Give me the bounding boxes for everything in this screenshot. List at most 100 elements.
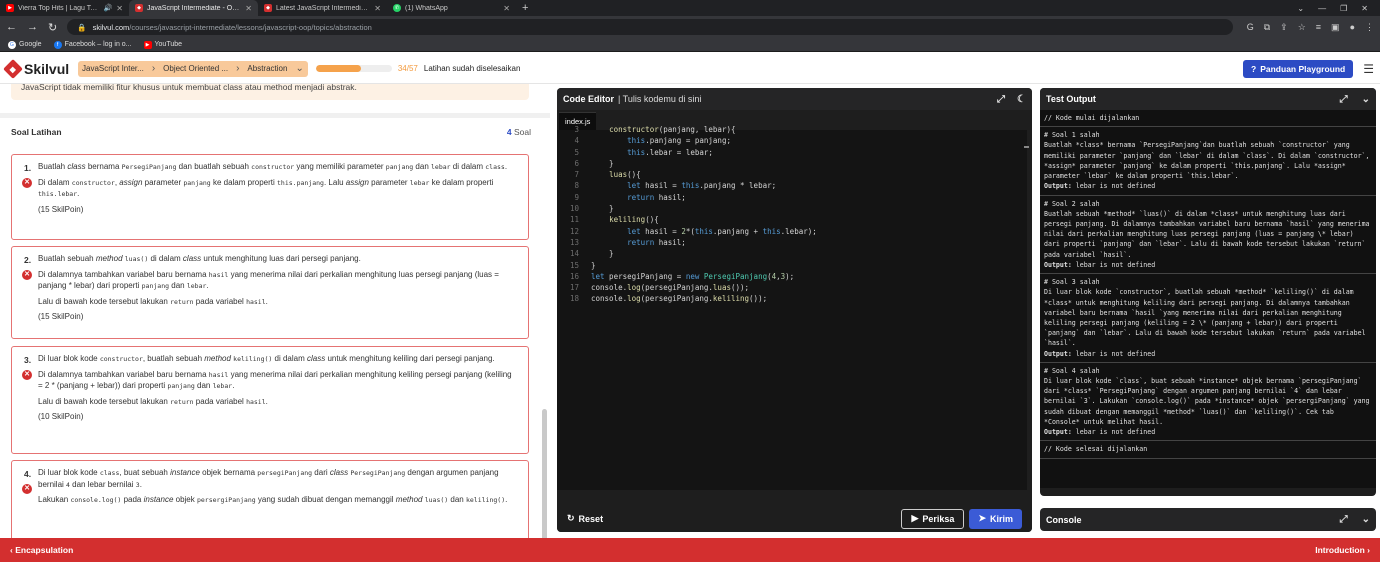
back-icon[interactable]: ← [6, 21, 17, 33]
code-line[interactable]: 14 } [557, 249, 1027, 260]
close-tab-icon[interactable]: ✕ [374, 4, 381, 13]
code-line[interactable]: 10 } [557, 204, 1027, 215]
count-label: Soal [513, 127, 531, 137]
expand-icon[interactable]: ⤢ [1340, 514, 1348, 525]
next-topic-link[interactable]: Introduction › [1315, 545, 1370, 555]
google-icon[interactable]: G [1247, 22, 1254, 33]
code-line[interactable]: 15} [557, 261, 1027, 272]
bookmark-label: YouTube [154, 41, 183, 48]
code-line[interactable]: 3 constructor(panjang, lebar){ [557, 125, 1027, 136]
question-points: (15 SkilPoin) [38, 312, 84, 322]
question-number: 4. [24, 469, 32, 479]
hamburger-menu-icon[interactable]: ☰ [1363, 62, 1374, 76]
check-button[interactable]: ▶ Periksa [901, 508, 965, 529]
test-output-header: Test Output ⤢ ⌄ [1040, 88, 1376, 110]
google-icon: G [8, 40, 16, 49]
code-editor: Code Editor | Tulis kodemu di sini ⤢ ☾ i… [557, 88, 1032, 532]
bookmark-youtube[interactable]: ▶ YouTube [143, 40, 183, 49]
app-header: ◆ Skilvul JavaScript Inter... › Object O… [0, 54, 1380, 84]
output-label: Output: [1044, 260, 1076, 269]
code-line[interactable]: 4 this.panjang = panjang; [557, 136, 1027, 147]
translate-icon[interactable]: ⧉ [1264, 22, 1270, 33]
expand-icon[interactable]: ⤢ [1340, 94, 1348, 105]
question-points: (10 SkilPoin) [38, 412, 84, 422]
new-tab-icon[interactable]: + [516, 2, 534, 14]
breadcrumb-course[interactable]: JavaScript Inter... › [78, 63, 159, 74]
note-text: JavaScript tidak memiliki fitur khusus u… [21, 84, 357, 92]
editor-header: Code Editor | Tulis kodemu di sini ⤢ ☾ [557, 88, 1032, 110]
chevron-down-icon[interactable]: ⌄ [1362, 514, 1370, 525]
browser-tab[interactable]: ◆ Latest JavaScript Intermediate to ✕ [258, 0, 387, 16]
close-window-icon[interactable]: ✕ [1361, 4, 1368, 13]
code-line[interactable]: 7 luas(){ [557, 170, 1027, 181]
address-bar[interactable]: 🔒 skilvul.com/courses/javascript-interme… [67, 19, 1233, 35]
test-output-body: // Kode mulai dijalankan # Soal 1 salah Bu… [1040, 110, 1376, 488]
code-line[interactable]: 16 let persegiPanjang = new PersegiPanjan… [557, 272, 1027, 283]
code-line[interactable]: 11 keliling(){ [557, 215, 1027, 226]
code-line[interactable]: 8 let hasil = this.panjang * lebar; [557, 181, 1027, 192]
close-tab-icon[interactable]: ✕ [245, 4, 252, 13]
line-number: 18 [569, 294, 579, 304]
forward-icon[interactable]: → [27, 21, 38, 33]
question-detail: Di dalamnya tambahkan variabel baru bern… [38, 369, 512, 391]
left-scrollbar[interactable] [542, 409, 547, 538]
code-line[interactable]: 13 return hasil; [557, 238, 1027, 249]
test-result-output: Output: lebar is not defined [1044, 427, 1372, 437]
code-text: console.log(persegiPanjang.keliling()); [591, 294, 768, 304]
breadcrumb-topic[interactable]: Abstraction ⌄ [243, 63, 307, 74]
share-icon[interactable]: ⇪ [1280, 22, 1288, 33]
chevron-right-icon: › [236, 63, 240, 74]
address-bar-row: ← → ↻ 🔒 skilvul.com/courses/javascript-i… [0, 16, 1380, 38]
reload-icon[interactable]: ↻ [48, 21, 57, 34]
browser-tab[interactable]: ▶ Vierra Top Hits | Lagu Terbaik 🔊 ✕ [0, 0, 129, 16]
breadcrumb-lesson[interactable]: Object Oriented ... › [159, 63, 243, 74]
reset-button[interactable]: ↻ Reset [567, 513, 603, 524]
bookmark-facebook[interactable]: f Facebook – log in o... [53, 40, 132, 49]
output-label: Output: [1044, 182, 1076, 191]
abstract-note: JavaScript tidak memiliki fitur khusus u… [11, 84, 529, 100]
output-label: Output: [1044, 349, 1076, 358]
code-text: return hasil; [627, 237, 686, 247]
profile-icon[interactable]: ● [1350, 22, 1355, 33]
code-line[interactable]: 5 this.lebar = lebar; [557, 148, 1027, 159]
star-icon[interactable]: ☆ [1298, 22, 1306, 33]
skilvul-logo[interactable]: ◆ Skilvul [3, 58, 76, 79]
code-text: this.panjang = panjang; [627, 136, 731, 146]
editor-scrollbar[interactable] [1024, 146, 1029, 148]
playground-guide-button[interactable]: ? Panduan Playground [1243, 59, 1354, 78]
code-area[interactable]: 3 constructor(panjang, lebar){4 this.pan… [557, 125, 1027, 490]
expand-icon[interactable]: ⤢ [997, 94, 1005, 105]
sidebar-icon[interactable]: ▣ [1331, 22, 1340, 33]
test-result-block: # Soal 4 salah Di luar blok kode `class`,… [1040, 363, 1376, 442]
test-result-heading: # Soal 2 salah [1044, 199, 1100, 208]
test-result-description: Buatlah sebuah *method* `luas()` di dala… [1044, 209, 1370, 259]
test-result-description: Buatlah *class* bernama `PersegiPanjang`… [1044, 141, 1370, 181]
question-text: Buatlah class bernama PersegiPanjang dan… [38, 162, 508, 171]
console-panel[interactable]: Console ⤢ ⌄ [1040, 508, 1376, 531]
menu-icon[interactable]: ⋮ [1365, 22, 1374, 33]
browser-tab[interactable]: ✆ (1) WhatsApp ✕ [387, 0, 516, 16]
code-line[interactable]: 6 } [557, 159, 1027, 170]
question-number: 3. [24, 355, 32, 365]
playlist-icon[interactable]: ≡ [1316, 22, 1321, 33]
close-tab-icon[interactable]: ✕ [116, 4, 123, 13]
chevron-down-icon[interactable]: ⌄ [1362, 94, 1370, 105]
browser-tab-active[interactable]: ◆ JavaScript Intermediate - Object ✕ [129, 0, 258, 16]
output-value: lebar is not defined [1075, 182, 1156, 191]
submit-button[interactable]: ➤ Kirim [969, 508, 1022, 529]
code-line[interactable]: 9 return hasil; [557, 193, 1027, 204]
close-tab-icon[interactable]: ✕ [503, 4, 510, 13]
window-controls: ⌄ — ❐ ✕ [1297, 4, 1380, 13]
line-number: 10 [569, 204, 579, 214]
audio-icon[interactable]: 🔊 [104, 4, 113, 12]
prev-topic-link[interactable]: ‹ Encapsulation [10, 545, 73, 555]
chevron-down-icon[interactable]: ⌄ [1297, 4, 1304, 13]
minimize-icon[interactable]: — [1318, 4, 1326, 13]
bookmark-google[interactable]: G Google [8, 40, 42, 49]
code-line[interactable]: 18 console.log(persegiPanjang.keliling())… [557, 294, 1027, 305]
error-icon: ✕ [22, 484, 32, 494]
code-line[interactable]: 12 let hasil = 2*(this.panjang + this.le… [557, 227, 1027, 238]
code-line[interactable]: 17 console.log(persegiPanjang.luas()); [557, 283, 1027, 294]
moon-icon[interactable]: ☾ [1017, 94, 1026, 105]
maximize-icon[interactable]: ❐ [1340, 4, 1347, 13]
